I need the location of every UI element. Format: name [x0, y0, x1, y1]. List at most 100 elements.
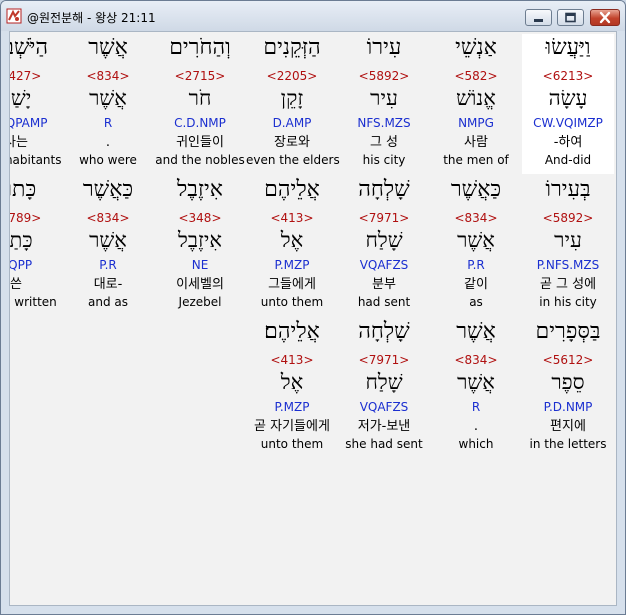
korean-gloss: 곧 그 성에	[539, 277, 597, 292]
hebrew-word: בְּעִירוֹ	[545, 177, 591, 202]
english-gloss: the inhabitants	[10, 153, 62, 167]
english-gloss: as	[469, 295, 483, 309]
word-block[interactable]: וַיַּעֲשׂוּ <6213> עָשָׂה CW.VQIMZP -하여 And-d…	[522, 34, 614, 174]
korean-gloss: 사는	[10, 135, 28, 150]
english-gloss: his city	[362, 153, 406, 167]
word-block[interactable]: אֲשֶׁר <834> אֲשֶׁר R. which	[430, 318, 522, 454]
word-block[interactable]: אֲלֵיהֶם׃ <413> אֶל P.MZP 곧 자기들에게 unto them	[246, 318, 338, 454]
hebrew-word: אֲשֶׁר	[88, 35, 128, 60]
hebrew-word: אַנְשֵׁי	[455, 35, 497, 60]
parse-code: P.D.NMP	[543, 400, 593, 414]
hebrew-word: וְהַחֹרִים	[169, 35, 231, 60]
english-gloss: Jezebel	[178, 295, 222, 309]
hebrew-word: עִירוֹ	[366, 35, 402, 60]
word-block[interactable]: וְהַחֹרִים <2715> חֹר C.D.NMP 귀인들이 and the no…	[154, 34, 246, 174]
english-gloss: she had sent	[345, 437, 423, 451]
english-gloss: which	[458, 437, 494, 451]
english-gloss: unto them	[260, 295, 324, 309]
english-gloss: in his city	[539, 295, 597, 309]
lemma-word: אֶל	[280, 370, 304, 394]
lemma-word: אֲשֶׁר	[89, 228, 127, 252]
korean-gloss: 쓴	[10, 277, 22, 292]
app-icon	[6, 8, 22, 24]
strong-number: <6213>	[542, 69, 594, 83]
lemma-word: עִיר	[554, 228, 582, 252]
hebrew-word: אֲלֵיהֶם׃	[264, 319, 320, 344]
strong-number: <834>	[86, 211, 130, 225]
strong-number: <413>	[270, 353, 314, 367]
word-block[interactable]: שָׁלְחָה <7971> שָׁלַח VQAFZS 저가-보낸 she had s…	[338, 318, 430, 454]
parse-code: P.R	[467, 258, 485, 272]
word-block[interactable]: בְּעִירוֹ <5892> עִיר P.NFS.MZS 곧 그 성에 in his…	[522, 176, 614, 312]
lemma-word: אֲשֶׁר	[457, 228, 495, 252]
close-button[interactable]	[590, 9, 620, 26]
strong-number: <834>	[454, 211, 498, 225]
strong-number: <2205>	[266, 69, 318, 83]
word-block[interactable]: עִירוֹ <5892> עִיר NFS.MZS 그 성 his city	[338, 34, 430, 174]
english-gloss: and as	[88, 295, 128, 309]
english-gloss: had sent	[357, 295, 411, 309]
strong-number: <413>	[270, 211, 314, 225]
korean-gloss: 곧 자기들에게	[254, 419, 330, 434]
strong-number: <834>	[454, 353, 498, 367]
strong-number: <7971>	[358, 211, 410, 225]
word-block[interactable]: כַּאֲשֶׁר <834> אֲשֶׁר P.R 같이 as	[430, 176, 522, 312]
lemma-word: שָׁלַח	[365, 370, 403, 394]
word-block[interactable]: כָּתוּב <3789> כָּתַב VQPP 쓴 it was written	[9, 176, 62, 312]
lemma-word: עִיר	[370, 86, 398, 110]
english-gloss: who were	[79, 153, 137, 167]
lemma-word: אֱנוֹשׁ	[456, 86, 496, 110]
parse-code: P.MZP	[274, 258, 310, 272]
lemma-word: זָקֵן	[280, 86, 304, 110]
maximize-button[interactable]	[557, 9, 584, 26]
korean-gloss: 대로-	[93, 277, 123, 292]
korean-gloss: 저가-보낸	[357, 419, 411, 434]
strong-number: <5612>	[542, 353, 594, 367]
parse-code: CW.VQIMZP	[533, 116, 603, 130]
lemma-word: אֲשֶׁר	[457, 370, 495, 394]
word-block[interactable]: הַזְּקֵנִים <2205> זָקֵן D.AMP 장로와 even the e…	[246, 34, 340, 174]
word-block[interactable]: הַיֹּשְׁבִים <3427> יָשַׁב D.VQPAMP 사는 the in…	[9, 34, 62, 174]
korean-gloss: 사람	[464, 135, 488, 150]
korean-gloss: 귀인들이	[176, 135, 224, 150]
lemma-word: שָׁלַח	[365, 228, 403, 252]
lemma-word: יָשַׁב	[10, 86, 32, 110]
hebrew-word: אֲשֶׁר	[456, 319, 496, 344]
parse-code: VQAFZS	[359, 258, 409, 272]
strong-number: <2715>	[174, 69, 226, 83]
word-block[interactable]: אֲשֶׁר <834> אֲשֶׁר R. who were	[62, 34, 154, 174]
hebrew-word: וַיַּעֲשׂוּ	[545, 35, 591, 60]
english-gloss: and the nobles	[155, 153, 245, 167]
minimize-button[interactable]	[525, 9, 552, 26]
word-block[interactable]: אַנְשֵׁי <582> אֱנוֹשׁ NMPG 사람 the men of	[430, 34, 522, 174]
parse-code: D.AMP	[272, 116, 312, 130]
parse-code: NMPG	[458, 116, 494, 130]
strong-number: <348>	[178, 211, 222, 225]
word-block[interactable]: שָׁלְחָה <7971> שָׁלַח VQAFZS 분부 had sent	[338, 176, 430, 312]
word-block[interactable]: אִיזֶבֶל <348> אִיזֶבֶל NE 이세벨의 Jezebel	[154, 176, 246, 312]
parse-code: D.VQPAMP	[10, 116, 48, 130]
word-block[interactable]: אֲלֵיהֶם <413> אֶל P.MZP 그들에게 unto them	[246, 176, 338, 312]
strong-number: <3427>	[9, 69, 42, 83]
parse-code: R	[471, 400, 481, 414]
korean-gloss: .	[473, 419, 479, 434]
parse-code: VQPP	[9, 258, 33, 272]
parse-code: VQAFZS	[359, 400, 409, 414]
korean-gloss: 그 성	[369, 135, 399, 150]
hebrew-word: שָׁלְחָה	[358, 177, 410, 202]
korean-gloss: 같이	[464, 277, 488, 292]
title-bar[interactable]: @원전분해 - 왕상 21:11	[1, 1, 625, 31]
english-gloss: it was written	[10, 295, 57, 309]
lemma-word: עָשָׂה	[548, 86, 588, 110]
korean-gloss: 이세벨의	[176, 277, 224, 292]
lemma-word: אֲשֶׁר	[89, 86, 127, 110]
word-block[interactable]: כַּאֲשֶׁר <834> אֲשֶׁר P.R 대로-and as	[62, 176, 154, 312]
word-block[interactable]: בַּסְּפָרִים <5612> סֵפֶר P.D.NMP 편지에 in the …	[522, 318, 614, 454]
lemma-word: אִיזֶבֶל	[178, 228, 222, 252]
parse-code: NFS.MZS	[357, 116, 411, 130]
app-window: @원전분해 - 왕상 21:11 וַיַּעֲשׂוּ <6213> עָשָׂה…	[0, 0, 626, 615]
english-gloss: And-did	[544, 153, 592, 167]
hebrew-word: אֲלֵיהֶם	[264, 177, 320, 202]
hebrew-word: כָּתוּב	[10, 177, 37, 202]
lemma-word: כָּתַב	[9, 228, 33, 252]
